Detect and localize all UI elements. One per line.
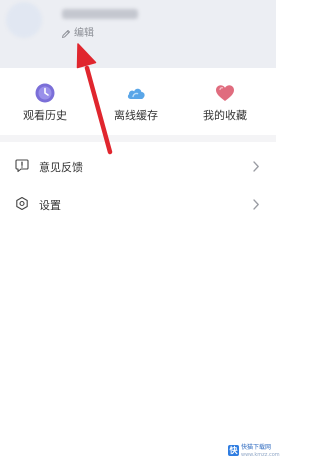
- username-blurred: [62, 9, 138, 19]
- quick-actions: 观看历史 离线缓存 我的收藏: [0, 68, 276, 130]
- avatar[interactable]: [6, 2, 42, 38]
- edit-label: 编辑: [74, 28, 94, 39]
- menu-item-label: 设置: [39, 198, 61, 212]
- menu-item-label: 意见反馈: [39, 160, 83, 174]
- quick-item-offline-cache[interactable]: 离线缓存: [101, 82, 171, 122]
- menu-item-feedback[interactable]: 意见反馈: [0, 148, 276, 186]
- quick-item-watch-history[interactable]: 观看历史: [10, 82, 80, 122]
- watermark-logo: 快 快猫下载网 www.kmzz.com: [228, 441, 280, 463]
- chevron-right-icon: [252, 196, 260, 215]
- watermark-url: www.kmzz.com: [241, 452, 280, 458]
- quick-item-label: 我的收藏: [203, 109, 247, 122]
- quick-item-favorites[interactable]: 我的收藏: [190, 82, 260, 122]
- clock-icon: [34, 82, 56, 104]
- watermark-text: 快猫下载网: [241, 444, 272, 451]
- cloud-icon: [125, 82, 147, 104]
- settings-icon: [15, 196, 29, 215]
- quick-item-label: 离线缓存: [114, 109, 158, 122]
- menu-item-settings[interactable]: 设置: [0, 186, 276, 224]
- heart-icon: [214, 82, 236, 104]
- settings-menu: 意见反馈 设置: [0, 142, 276, 224]
- quick-item-label: 观看历史: [23, 109, 67, 122]
- edit-profile-button[interactable]: 编辑: [61, 27, 94, 41]
- pencil-icon: [61, 29, 71, 39]
- feedback-icon: [15, 158, 29, 177]
- profile-header: 编辑: [0, 0, 276, 68]
- watermark-badge: 快: [228, 445, 239, 456]
- section-divider: [0, 135, 276, 142]
- chevron-right-icon: [252, 158, 260, 177]
